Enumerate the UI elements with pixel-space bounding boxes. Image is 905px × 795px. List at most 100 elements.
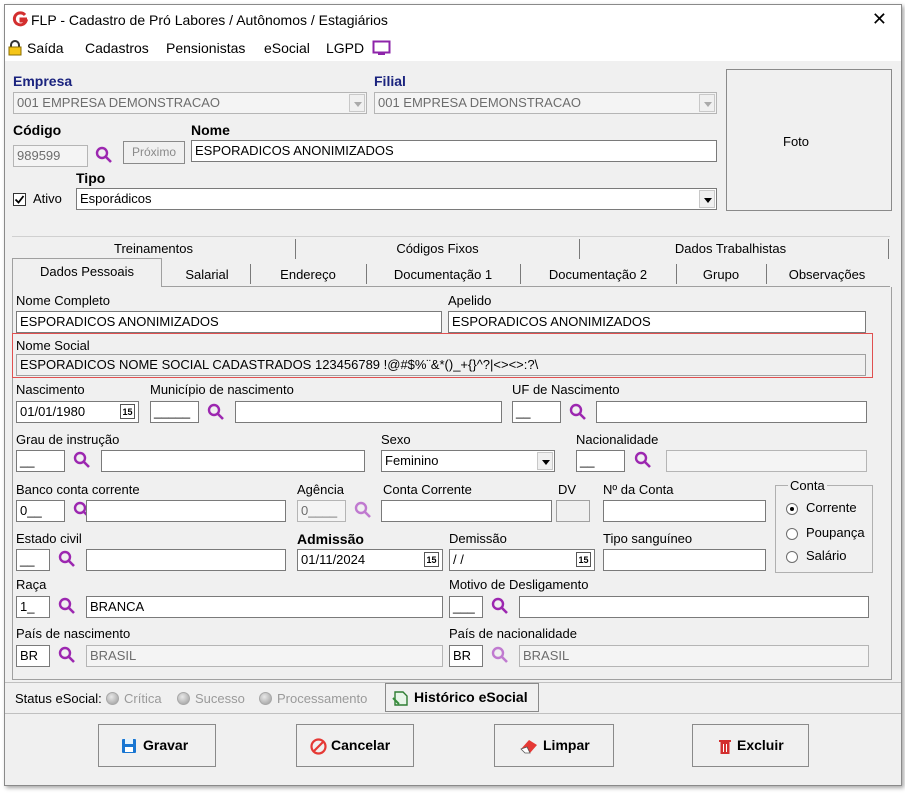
menu-esocial[interactable]: eSocial	[264, 40, 310, 56]
demissao-input[interactable]: / / 15	[449, 549, 595, 571]
radio-corrente-label: Corrente	[806, 500, 857, 515]
tipo-select[interactable]: Esporádicos	[76, 188, 717, 210]
critica-status-label: Crítica	[124, 691, 162, 706]
radio-poupanca[interactable]	[786, 528, 798, 540]
tab-codigos-fixos[interactable]: Códigos Fixos	[296, 241, 579, 256]
municipio-name-input[interactable]	[235, 401, 502, 423]
grau-instrucao-name-input[interactable]	[101, 450, 365, 472]
sucesso-status-label: Sucesso	[195, 691, 245, 706]
banco-name-input[interactable]	[86, 500, 286, 522]
motivo-name-input[interactable]	[519, 596, 869, 618]
nome-completo-label: Nome Completo	[16, 293, 110, 308]
uf-name-input[interactable]	[596, 401, 867, 423]
tab-dados-trabalhistas[interactable]: Dados Trabalhistas	[580, 241, 881, 256]
search-icon[interactable]	[634, 451, 652, 469]
search-icon[interactable]	[58, 550, 76, 568]
foto-label: Foto	[783, 134, 810, 149]
tab-dados-pessoais[interactable]: Dados Pessoais	[12, 258, 162, 287]
pais-nacionalidade-code-input[interactable]: BR	[449, 645, 483, 667]
apelido-input[interactable]: ESPORADICOS ANONIMIZADOS	[448, 311, 866, 333]
search-icon[interactable]	[58, 646, 76, 664]
search-icon[interactable]	[354, 501, 372, 519]
estado-civil-label: Estado civil	[16, 531, 82, 546]
search-icon[interactable]	[569, 403, 587, 421]
pais-nacionalidade-name-input[interactable]: BRASIL	[519, 645, 869, 667]
empresa-dropdown-icon[interactable]	[349, 94, 365, 112]
empresa-select[interactable]: 001 EMPRESA DEMONSTRACAO	[13, 92, 367, 114]
tipo-dropdown-icon[interactable]	[699, 190, 715, 208]
ativo-checkbox[interactable]	[13, 193, 26, 206]
limpar-label: Limpar	[543, 737, 590, 753]
search-icon[interactable]	[95, 146, 113, 164]
calendar-icon[interactable]: 15	[424, 552, 439, 567]
tab-documentacao-2[interactable]: Documentação 2	[521, 267, 675, 282]
search-icon[interactable]	[58, 597, 76, 615]
sexo-select[interactable]: Feminino	[381, 450, 555, 472]
filial-dropdown-icon[interactable]	[699, 94, 715, 112]
nome-input[interactable]: ESPORADICOS ANONIMIZADOS	[191, 140, 717, 162]
raca-name-input[interactable]: BRANCA	[86, 596, 443, 618]
filial-select[interactable]: 001 EMPRESA DEMONSTRACAO	[374, 92, 717, 114]
pais-nascimento-code-input[interactable]: BR	[16, 645, 50, 667]
nacionalidade-name-input[interactable]	[666, 450, 867, 472]
filial-value: 001 EMPRESA DEMONSTRACAO	[378, 95, 581, 110]
close-icon[interactable]: ✕	[872, 9, 887, 30]
radio-salario[interactable]	[786, 551, 798, 563]
conta-corrente-input[interactable]	[381, 500, 552, 522]
historico-esocial-label: Histórico eSocial	[414, 689, 528, 705]
limpar-button[interactable]: Limpar	[494, 724, 614, 767]
foto-box[interactable]: Foto	[726, 69, 892, 211]
nacionalidade-code-input[interactable]: __	[576, 450, 625, 472]
conta-groupbox: Conta Corrente Poupança Salário	[775, 478, 873, 573]
num-conta-input[interactable]	[603, 500, 766, 522]
cancelar-button[interactable]: Cancelar	[296, 724, 414, 767]
dv-input[interactable]	[556, 500, 590, 522]
check-icon	[14, 195, 25, 204]
menu-saida[interactable]: Saída	[27, 40, 64, 56]
agencia-code-input[interactable]: 0____	[297, 500, 346, 522]
tab-treinamentos[interactable]: Treinamentos	[12, 241, 295, 256]
nome-social-input[interactable]: ESPORADICOS NOME SOCIAL CADASTRADOS 1234…	[16, 354, 866, 376]
pais-nascimento-name-input[interactable]: BRASIL	[86, 645, 443, 667]
motivo-code-input[interactable]: ___	[449, 596, 483, 618]
admissao-input[interactable]: 01/11/2024 15	[297, 549, 443, 571]
dv-label: DV	[558, 482, 577, 497]
search-icon[interactable]	[207, 403, 225, 421]
tipo-sanguineo-label: Tipo sanguíneo	[603, 531, 693, 546]
empresa-value: 001 EMPRESA DEMONSTRACAO	[17, 95, 220, 110]
proximo-button[interactable]: Próximo	[123, 141, 185, 164]
sexo-dropdown-icon[interactable]	[537, 452, 553, 470]
historico-esocial-button[interactable]: Histórico eSocial	[385, 683, 539, 712]
tab-grupo[interactable]: Grupo	[677, 267, 765, 282]
excluir-button[interactable]: Excluir	[692, 724, 809, 767]
nascimento-input[interactable]: 01/01/1980 15	[16, 401, 139, 423]
monitor-icon[interactable]	[372, 40, 391, 56]
raca-code-input[interactable]: 1_	[16, 596, 50, 618]
tab-observacoes[interactable]: Observações	[768, 267, 886, 282]
radio-corrente[interactable]	[786, 503, 798, 515]
tab-salarial[interactable]: Salarial	[165, 267, 249, 282]
estado-civil-code-input[interactable]: __	[16, 549, 50, 571]
municipio-label: Município de nascimento	[150, 382, 294, 397]
municipio-code-input[interactable]: _____	[150, 401, 199, 423]
calendar-icon[interactable]: 15	[576, 552, 591, 567]
grau-instrucao-code-input[interactable]: __	[16, 450, 65, 472]
banco-code-input[interactable]: 0__	[16, 500, 65, 522]
menu-pensionistas[interactable]: Pensionistas	[166, 40, 245, 56]
calendar-icon[interactable]: 15	[120, 404, 135, 419]
nome-completo-input[interactable]: ESPORADICOS ANONIMIZADOS	[16, 311, 442, 333]
menu-cadastros[interactable]: Cadastros	[85, 40, 149, 56]
search-icon[interactable]	[491, 597, 509, 615]
tab-endereco[interactable]: Endereço	[251, 267, 365, 282]
codigo-input[interactable]: 989599	[13, 145, 88, 167]
uf-code-input[interactable]: __	[512, 401, 561, 423]
tab-documentacao-1[interactable]: Documentação 1	[367, 267, 519, 282]
gravar-button[interactable]: Gravar	[98, 724, 216, 767]
title-bar: FLP - Cadastro de Pró Labores / Autônomo…	[5, 5, 901, 35]
tipo-sanguineo-input[interactable]	[603, 549, 766, 571]
search-icon[interactable]	[73, 451, 91, 469]
apelido-label: Apelido	[448, 293, 492, 308]
menu-lgpd[interactable]: LGPD	[326, 40, 364, 56]
estado-civil-name-input[interactable]	[86, 549, 286, 571]
search-icon[interactable]	[491, 646, 509, 664]
